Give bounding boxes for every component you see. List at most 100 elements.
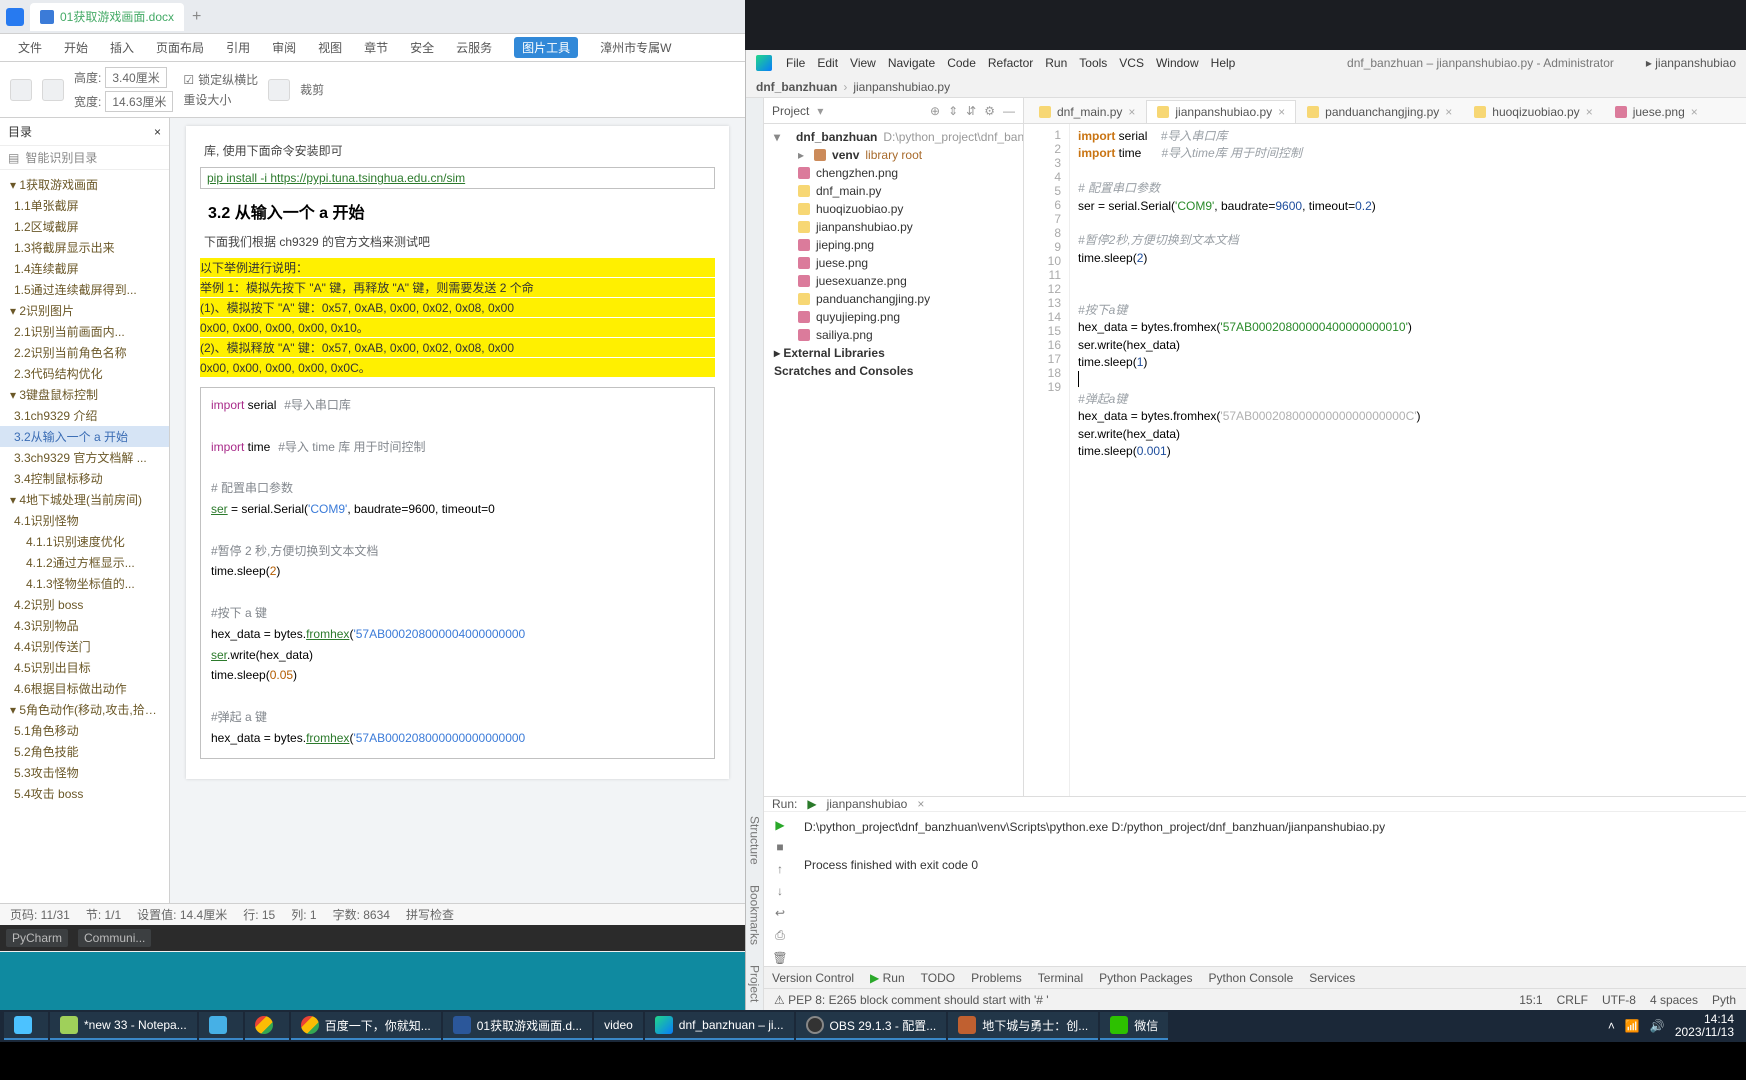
tool-problems[interactable]: Problems bbox=[971, 971, 1022, 985]
tree-file-dnf_main.py[interactable]: dnf_main.py bbox=[764, 182, 1023, 200]
tool-version-control[interactable]: Version Control bbox=[772, 971, 854, 985]
tool-run[interactable]: ▶ Run bbox=[870, 971, 905, 985]
height-input[interactable]: 3.40厘米 bbox=[105, 67, 166, 88]
lock-ratio-checkbox[interactable]: ☑ bbox=[183, 73, 194, 87]
code-body[interactable]: import serial #导入串口库 import time #导入time… bbox=[1070, 124, 1746, 796]
taskbar-item[interactable]: dnf_banzhuan – ji... bbox=[645, 1012, 794, 1040]
tree-file-chengzhen.png[interactable]: chengzhen.png bbox=[764, 164, 1023, 182]
tree-root[interactable]: dnf_banzhuan D:\python_project\dnf_banzh bbox=[764, 128, 1023, 146]
tree-file-huoqizuobiao.py[interactable]: huoqizuobiao.py bbox=[764, 200, 1023, 218]
settings-icon[interactable]: ⚙ bbox=[984, 104, 995, 118]
editor-tab-dnf_main.py[interactable]: dnf_main.py × bbox=[1028, 100, 1146, 123]
menu-code[interactable]: Code bbox=[947, 56, 976, 70]
outline-item[interactable]: 4.2识别 boss bbox=[0, 594, 169, 615]
print-icon[interactable]: ⎙ bbox=[775, 928, 785, 943]
tool-services[interactable]: Services bbox=[1309, 971, 1355, 985]
project-tab[interactable]: Project bbox=[748, 965, 762, 1002]
tree-venv[interactable]: venv library root bbox=[764, 146, 1023, 164]
crumb-file[interactable]: jianpanshubiao.py bbox=[853, 80, 950, 94]
tree-file-jianpanshubiao.py[interactable]: jianpanshubiao.py bbox=[764, 218, 1023, 236]
outline-tab-icon[interactable]: ▤ bbox=[8, 151, 19, 165]
menu-run[interactable]: Run bbox=[1045, 56, 1067, 70]
outline-item[interactable]: 5.4攻击 boss bbox=[0, 783, 169, 804]
outline-smart-label[interactable]: 智能识别目录 bbox=[25, 149, 97, 166]
collapse-all-icon[interactable]: ⇵ bbox=[966, 104, 976, 118]
outline-item[interactable]: 1.4连续截屏 bbox=[0, 258, 169, 279]
taskbar-item[interactable]: 微信 bbox=[1100, 1012, 1168, 1040]
outline-item[interactable]: 5.3攻击怪物 bbox=[0, 762, 169, 783]
tree-file-juese.png[interactable]: juese.png bbox=[764, 254, 1023, 272]
indent[interactable]: 4 spaces bbox=[1650, 993, 1698, 1007]
wps-document-area[interactable]: 库, 使用下面命令安装即可 pip install -i https://pyp… bbox=[170, 118, 745, 903]
ribbon-tab-页面布局[interactable]: 页面布局 bbox=[156, 39, 204, 56]
run-config-dropdown[interactable]: ▸ jianpanshubiao bbox=[1646, 56, 1736, 70]
tree-file-juesexuanze.png[interactable]: juesexuanze.png bbox=[764, 272, 1023, 290]
encoding[interactable]: UTF-8 bbox=[1602, 993, 1636, 1007]
menu-refactor[interactable]: Refactor bbox=[988, 56, 1033, 70]
menu-edit[interactable]: Edit bbox=[817, 56, 838, 70]
run-tab-close-icon[interactable]: × bbox=[917, 797, 924, 811]
tool-python-console[interactable]: Python Console bbox=[1209, 971, 1294, 985]
run-tab[interactable]: jianpanshubiao bbox=[827, 797, 908, 811]
menu-tools[interactable]: Tools bbox=[1079, 56, 1107, 70]
tree-file-jieping.png[interactable]: jieping.png bbox=[764, 236, 1023, 254]
outline-item[interactable]: 5.2角色技能 bbox=[0, 741, 169, 762]
taskbar-item[interactable]: 地下城与勇士：创... bbox=[948, 1012, 1098, 1040]
hide-icon[interactable]: — bbox=[1003, 104, 1015, 118]
outline-item[interactable]: 1.2区域截屏 bbox=[0, 216, 169, 237]
taskbar-item[interactable]: 百度一下，你就知... bbox=[291, 1012, 441, 1040]
ribbon-tab-图片工具[interactable]: 图片工具 bbox=[514, 37, 578, 58]
bookmarks-tab[interactable]: Bookmarks bbox=[748, 885, 762, 945]
tool-todo[interactable]: TODO bbox=[921, 971, 955, 985]
ribbon-tab-开始[interactable]: 开始 bbox=[64, 39, 88, 56]
crop-icon[interactable] bbox=[268, 79, 290, 101]
ribbon-tab-插入[interactable]: 插入 bbox=[110, 39, 134, 56]
outline-item[interactable]: 3.3ch9329 官方文档解 ... bbox=[0, 447, 169, 468]
menu-help[interactable]: Help bbox=[1211, 56, 1236, 70]
ribbon-tab-视图[interactable]: 视图 bbox=[318, 39, 342, 56]
tree-external-libs[interactable]: ▸ External Libraries bbox=[764, 344, 1023, 362]
structure-tab[interactable]: Structure bbox=[748, 816, 762, 865]
project-header-label[interactable]: Project bbox=[772, 104, 809, 118]
editor-tab-juese.png[interactable]: juese.png × bbox=[1604, 100, 1709, 123]
crumb-project[interactable]: dnf_banzhuan bbox=[756, 80, 837, 94]
taskbar-clock[interactable]: 14:14 2023/11/13 bbox=[1675, 1013, 1734, 1039]
outline-item[interactable]: 1.5通过连续截屏得到... bbox=[0, 279, 169, 300]
expand-all-icon[interactable]: ⇕ bbox=[948, 104, 958, 118]
soft-wrap-icon[interactable]: ↩ bbox=[775, 906, 785, 920]
outline-item[interactable]: 4.1识别怪物 bbox=[0, 510, 169, 531]
wps-new-tab-button[interactable]: + bbox=[192, 8, 201, 26]
trash-icon[interactable]: 🗑 bbox=[772, 951, 787, 965]
menu-window[interactable]: Window bbox=[1156, 56, 1199, 70]
tree-file-panduanchangjing.py[interactable]: panduanchangjing.py bbox=[764, 290, 1023, 308]
lang[interactable]: Pyth bbox=[1712, 993, 1736, 1007]
taskbar-item[interactable] bbox=[199, 1012, 243, 1040]
tray-sound-icon[interactable]: 🔊 bbox=[1650, 1019, 1665, 1033]
insert-shape-icon[interactable] bbox=[42, 79, 64, 101]
tree-file-quyujieping.png[interactable]: quyujieping.png bbox=[764, 308, 1023, 326]
status-spell[interactable]: 拼写检查 bbox=[406, 906, 454, 923]
outline-item[interactable]: 4.1.2通过方框显示... bbox=[0, 552, 169, 573]
outline-item[interactable]: 3.2从输入一个 a 开始 bbox=[0, 426, 169, 447]
wps-document-tab[interactable]: 01获取游戏画面.docx bbox=[30, 3, 184, 31]
stop-icon[interactable]: ■ bbox=[776, 840, 783, 854]
menu-vcs[interactable]: VCS bbox=[1119, 56, 1144, 70]
tray-chevron-icon[interactable]: ˄ bbox=[1608, 1019, 1615, 1033]
caret-position[interactable]: 15:1 bbox=[1519, 993, 1542, 1007]
ribbon-tab-安全[interactable]: 安全 bbox=[410, 39, 434, 56]
outline-item[interactable]: ▾ 4地下城处理(当前房间) bbox=[0, 489, 169, 510]
taskbar-item[interactable]: *new 33 - Notepa... bbox=[50, 1012, 197, 1040]
menu-file[interactable]: File bbox=[786, 56, 805, 70]
tool-python-packages[interactable]: Python Packages bbox=[1099, 971, 1192, 985]
system-tray[interactable]: ˄ 📶 🔊 14:14 2023/11/13 bbox=[1600, 1013, 1742, 1039]
select-opened-file-icon[interactable]: ⊕ bbox=[930, 104, 940, 118]
editor-tab-panduanchangjing.py[interactable]: panduanchangjing.py × bbox=[1296, 100, 1463, 123]
outline-item[interactable]: 4.1.3怪物坐标值的... bbox=[0, 573, 169, 594]
paste-icon[interactable] bbox=[10, 79, 32, 101]
taskbar-item[interactable] bbox=[4, 1012, 48, 1040]
taskbar-item[interactable]: OBS 29.1.3 - 配置... bbox=[796, 1012, 947, 1040]
tree-scratches[interactable]: Scratches and Consoles bbox=[764, 362, 1023, 380]
outline-item[interactable]: 4.5识别出目标 bbox=[0, 657, 169, 678]
tree-file-sailiya.png[interactable]: sailiya.png bbox=[764, 326, 1023, 344]
ribbon-tab-文件[interactable]: 文件 bbox=[18, 39, 42, 56]
